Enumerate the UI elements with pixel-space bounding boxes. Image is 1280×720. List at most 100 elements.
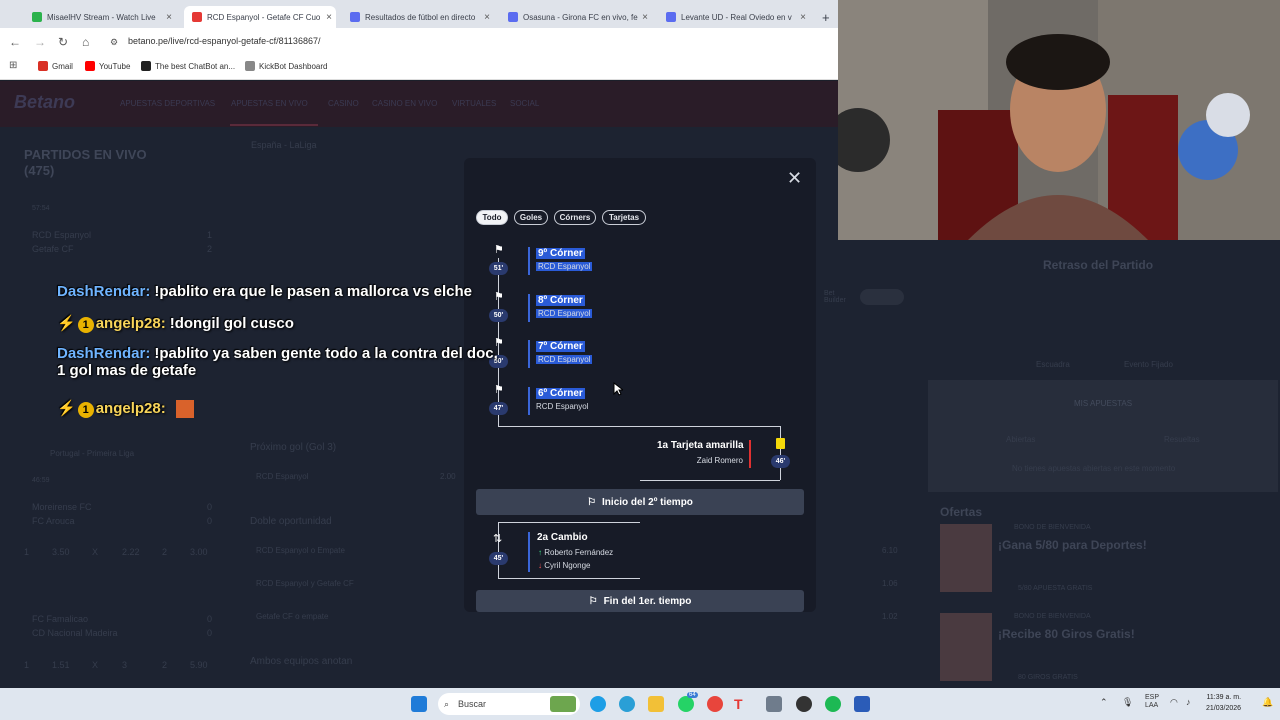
new-tab-button[interactable]: + bbox=[822, 6, 830, 28]
timeline-line bbox=[498, 522, 640, 523]
notifications-icon[interactable]: 🔔 bbox=[1262, 697, 1273, 708]
site-info-icon[interactable]: ⚙ bbox=[110, 37, 118, 48]
telegram-icon[interactable] bbox=[619, 696, 635, 712]
event-title: 6º Córner bbox=[536, 388, 585, 399]
language-indicator[interactable]: ESP LAA bbox=[1145, 694, 1159, 710]
obs-icon[interactable] bbox=[796, 696, 812, 712]
market-title[interactable]: Ambos equipos anotan bbox=[250, 656, 352, 667]
market-option[interactable]: RCD Espanyol y Getafe CF bbox=[256, 579, 354, 588]
site-nav-item[interactable]: APUESTAS EN VIVO bbox=[231, 99, 308, 108]
volume-icon[interactable]: ♪ bbox=[1186, 697, 1191, 707]
escuadra-link[interactable]: Escuadra bbox=[1036, 360, 1070, 369]
filter-tab[interactable]: Tarjetas bbox=[602, 210, 646, 225]
league-label: Portugal - Primeira Liga bbox=[50, 449, 135, 458]
file-explorer-icon[interactable] bbox=[648, 696, 664, 712]
odds-value[interactable]: 1.51 bbox=[52, 660, 70, 670]
chrome-icon[interactable] bbox=[707, 696, 723, 712]
offer-image[interactable] bbox=[940, 613, 992, 681]
bet-builder-toggle[interactable] bbox=[860, 289, 904, 305]
edge-icon[interactable] bbox=[590, 696, 606, 712]
word-icon[interactable] bbox=[854, 696, 870, 712]
site-logo[interactable]: Betano bbox=[14, 92, 75, 113]
back-icon[interactable]: ← bbox=[9, 35, 21, 49]
market-option[interactable]: RCD Espanyol o Empate bbox=[256, 546, 345, 555]
browser-tab[interactable]: Levante UD - Real Oviedo en v × bbox=[658, 6, 810, 28]
reload-icon[interactable]: ↻ bbox=[58, 35, 68, 49]
text-app-icon[interactable]: T bbox=[734, 696, 750, 712]
match-home-team[interactable]: Moreirense FC bbox=[32, 502, 92, 512]
odds-value[interactable]: 5.90 bbox=[190, 660, 208, 670]
event-team: RCD Espanyol bbox=[536, 262, 593, 271]
sub-event-minute: 45' bbox=[489, 552, 508, 565]
site-nav-item[interactable]: APUESTAS DEPORTIVAS bbox=[120, 99, 215, 108]
bookmark-item[interactable]: KickBot Dashboard bbox=[245, 61, 327, 71]
browser-tab[interactable]: RCD Espanyol - Getafe CF Cuo × bbox=[184, 6, 336, 28]
market-option[interactable]: RCD Espanyol bbox=[256, 472, 308, 481]
tab-favicon-icon bbox=[32, 12, 42, 22]
calculator-icon[interactable] bbox=[766, 696, 782, 712]
chat-username: DashRendar: bbox=[57, 345, 151, 362]
tab-close-icon[interactable]: × bbox=[484, 12, 490, 23]
market-title[interactable]: Próximo gol (Gol 3) bbox=[250, 442, 336, 453]
close-icon[interactable]: ✕ bbox=[787, 168, 802, 189]
filter-tab[interactable]: Goles bbox=[514, 210, 548, 225]
pinned-event-link[interactable]: Evento Fijado bbox=[1124, 360, 1173, 369]
market-odds[interactable]: 1.02 bbox=[882, 612, 898, 621]
match-home-team[interactable]: FC Famalicao bbox=[32, 614, 88, 624]
microphone-icon[interactable]: 🎙 bbox=[1122, 697, 1133, 708]
market-option[interactable]: Getafe CF o empate bbox=[256, 612, 328, 621]
market-odds[interactable]: 1.06 bbox=[882, 579, 898, 588]
browser-tab[interactable]: Resultados de fútbol en directo × bbox=[342, 6, 494, 28]
offer-subtitle: 5/80 APUESTA GRATIS bbox=[1018, 585, 1093, 592]
whatsapp-icon[interactable] bbox=[678, 696, 694, 712]
clock[interactable]: 11:39 a. m. 21/03/2026 bbox=[1206, 692, 1241, 714]
site-nav-item[interactable]: SOCIAL bbox=[510, 99, 539, 108]
filter-tab[interactable]: Todo bbox=[476, 210, 508, 225]
odds-value[interactable]: 3.50 bbox=[52, 547, 70, 557]
home-icon[interactable]: ⌂ bbox=[82, 35, 89, 49]
tab-close-icon[interactable]: × bbox=[166, 12, 172, 23]
bookmark-item[interactable]: Gmail bbox=[38, 61, 73, 71]
url-field[interactable]: betano.pe/live/rcd-espanyol-getafe-cf/81… bbox=[128, 36, 320, 46]
tab-close-icon[interactable]: × bbox=[642, 12, 648, 23]
browser-tab[interactable]: MisaelHV Stream - Watch Live × bbox=[24, 6, 176, 28]
tab-close-icon[interactable]: × bbox=[800, 12, 806, 23]
apps-grid-icon[interactable]: ⊞ bbox=[9, 60, 17, 71]
lang-layout: LAA bbox=[1145, 702, 1159, 709]
windows-start-icon[interactable] bbox=[411, 696, 427, 712]
odds-value[interactable]: 3.00 bbox=[190, 547, 208, 557]
bookmark-item[interactable]: YouTube bbox=[85, 61, 130, 71]
market-odds[interactable]: 2.00 bbox=[440, 472, 456, 481]
site-nav-item[interactable]: VIRTUALES bbox=[452, 99, 496, 108]
match-away-team[interactable]: CD Nacional Madeira bbox=[32, 628, 118, 638]
tab-close-icon[interactable]: × bbox=[326, 12, 332, 23]
offer-title[interactable]: ¡Gana 5/80 para Deportes! bbox=[998, 538, 1147, 552]
odds-value[interactable]: 2.22 bbox=[122, 547, 140, 557]
settled-bets-tab[interactable]: Resueltas bbox=[1164, 435, 1200, 444]
open-bets-tab[interactable]: Abiertas bbox=[1006, 435, 1035, 444]
subscriber-badge-icon: 1 bbox=[77, 402, 94, 418]
live-matches-title: PARTIDOS EN VIVO (475) bbox=[24, 147, 147, 178]
event-minute: 50' bbox=[489, 309, 508, 322]
market-odds[interactable]: 6.10 bbox=[882, 546, 898, 555]
sub-in-name: Roberto Fernández bbox=[544, 548, 614, 557]
timeline-line bbox=[498, 426, 780, 427]
match-away-team[interactable]: Getafe CF bbox=[32, 244, 74, 254]
site-nav-item[interactable]: CASINO bbox=[328, 99, 359, 108]
market-title[interactable]: Doble oportunidad bbox=[250, 516, 332, 527]
bookmark-item[interactable]: The best ChatBot an... bbox=[141, 61, 235, 71]
offer-image[interactable] bbox=[940, 524, 992, 592]
spotify-icon[interactable] bbox=[825, 696, 841, 712]
breadcrumb[interactable]: España - LaLiga bbox=[251, 140, 317, 150]
wifi-icon[interactable]: ◠ bbox=[1170, 697, 1178, 708]
browser-tab[interactable]: Osasuna - Girona FC en vivo, fe × bbox=[500, 6, 652, 28]
filter-tab[interactable]: Córners bbox=[554, 210, 596, 225]
site-nav-item[interactable]: CASINO EN VIVO bbox=[372, 99, 437, 108]
match-away-team[interactable]: FC Arouca bbox=[32, 516, 75, 526]
forward-icon[interactable]: → bbox=[34, 35, 46, 49]
chat-username: angelp28: bbox=[95, 400, 166, 417]
offer-title[interactable]: ¡Recibe 80 Giros Gratis! bbox=[998, 627, 1135, 641]
odds-value[interactable]: 3 bbox=[122, 660, 127, 670]
match-home-team[interactable]: RCD Espanyol bbox=[32, 230, 91, 240]
chevron-up-icon[interactable]: ⌃ bbox=[1100, 697, 1108, 708]
